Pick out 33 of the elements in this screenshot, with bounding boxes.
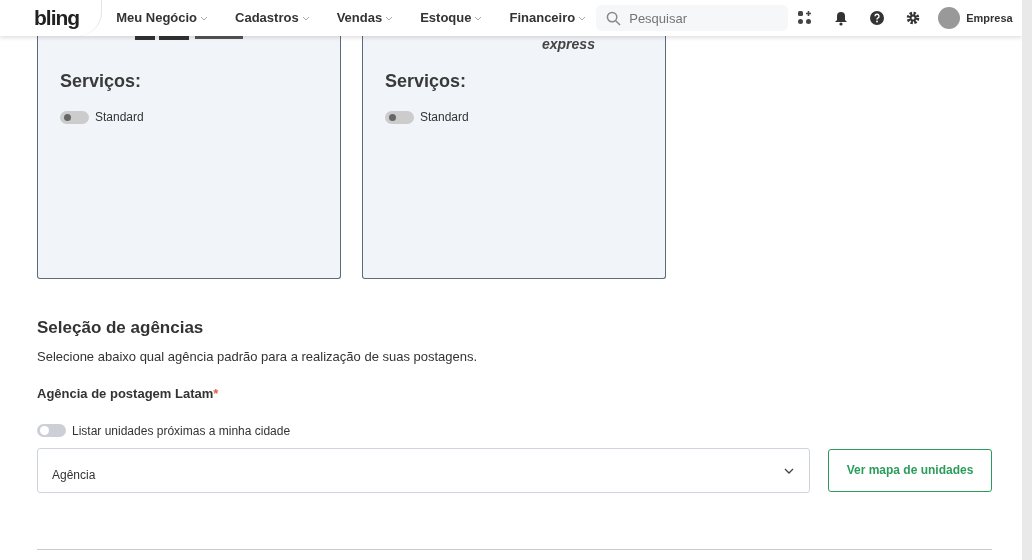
logo-icon	[135, 36, 245, 41]
agency-select[interactable]: Agência	[37, 447, 810, 493]
account-name[interactable]: Empresa	[966, 9, 1013, 27]
toggle-switch[interactable]	[385, 110, 414, 124]
service-label: Standard	[95, 109, 144, 126]
service-label: Standard	[420, 109, 469, 126]
field-label: Agência de postagem Latam*	[37, 385, 220, 403]
avatar[interactable]	[938, 7, 961, 29]
menu-item[interactable]: Estoque	[420, 8, 483, 28]
apps-icon[interactable]	[798, 11, 813, 25]
caret-icon	[385, 15, 394, 21]
logo-text: express	[542, 35, 595, 54]
search-icon	[606, 11, 622, 26]
toggle-switch[interactable]	[60, 110, 89, 124]
chevron-down-icon	[784, 467, 794, 474]
caret-icon	[200, 15, 209, 21]
services-title: Serviços:	[60, 70, 143, 93]
services-title: Serviços:	[385, 70, 468, 93]
menu-item[interactable]: Meu Negócio	[116, 8, 209, 28]
toggle-label: Listar unidades próximas a minha cidade	[72, 422, 291, 440]
menu-item[interactable]: Vendas	[336, 8, 394, 28]
toggle-switch[interactable]	[37, 424, 66, 437]
bell-icon[interactable]	[834, 10, 849, 26]
menu-item[interactable]: Cadastros	[235, 8, 310, 28]
caret-icon	[474, 15, 483, 21]
help-icon[interactable]	[870, 11, 885, 25]
caret-icon	[578, 15, 587, 21]
section-title: Seleção de agências	[37, 317, 205, 339]
settings-icon[interactable]	[906, 11, 921, 25]
search-field[interactable]: Pesquisar	[596, 5, 789, 31]
menu-item[interactable]: Financeiro	[509, 8, 587, 28]
section-description: Selecione abaixo qual agência padrão para a realização de suas postagens.	[37, 347, 479, 366]
caret-icon	[301, 15, 310, 21]
